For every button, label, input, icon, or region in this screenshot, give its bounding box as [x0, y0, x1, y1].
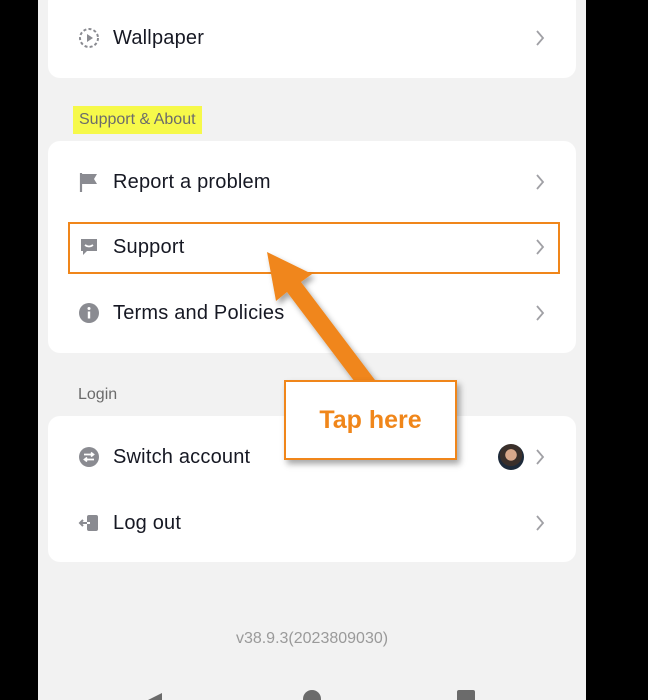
log-out-row[interactable]: Log out	[48, 490, 576, 556]
system-nav-bar	[38, 680, 586, 700]
terms-policies-row[interactable]: Terms and Policies	[48, 280, 576, 346]
section-title-login: Login	[78, 386, 118, 403]
wallpaper-icon	[78, 27, 100, 49]
tap-here-callout: Tap here	[284, 380, 457, 460]
chevron-right-icon	[532, 28, 548, 48]
avatar	[498, 444, 524, 470]
switch-account-label: Switch account	[113, 445, 251, 468]
chevron-right-icon	[532, 237, 548, 257]
section-title-support-about: Support & About	[73, 106, 202, 134]
settings-screen: Wallpaper Support & About Report a probl…	[38, 0, 586, 700]
display-card: Wallpaper	[48, 0, 576, 78]
terms-policies-label: Terms and Policies	[113, 301, 285, 324]
app-version: v38.9.3(2023809030)	[235, 630, 389, 647]
nav-back-icon	[148, 693, 162, 700]
chevron-right-icon	[532, 172, 548, 192]
support-label: Support	[113, 235, 185, 258]
nav-home-icon	[303, 690, 321, 700]
support-row[interactable]: Support	[48, 214, 576, 280]
chevron-right-icon	[532, 303, 548, 323]
report-problem-row[interactable]: Report a problem	[48, 149, 576, 215]
logout-icon	[78, 512, 100, 534]
log-out-label: Log out	[113, 511, 182, 534]
chevron-right-icon	[532, 513, 548, 533]
support-card: Report a problem Support Terms and Polic…	[48, 141, 576, 353]
switch-account-icon	[78, 446, 100, 468]
info-icon	[78, 302, 100, 324]
chevron-right-icon	[532, 447, 548, 467]
wallpaper-row[interactable]: Wallpaper	[48, 5, 576, 71]
report-problem-label: Report a problem	[113, 170, 271, 193]
wallpaper-label: Wallpaper	[113, 26, 205, 49]
flag-icon	[78, 171, 100, 193]
nav-recents-icon	[457, 690, 475, 700]
support-chat-icon	[78, 236, 100, 258]
